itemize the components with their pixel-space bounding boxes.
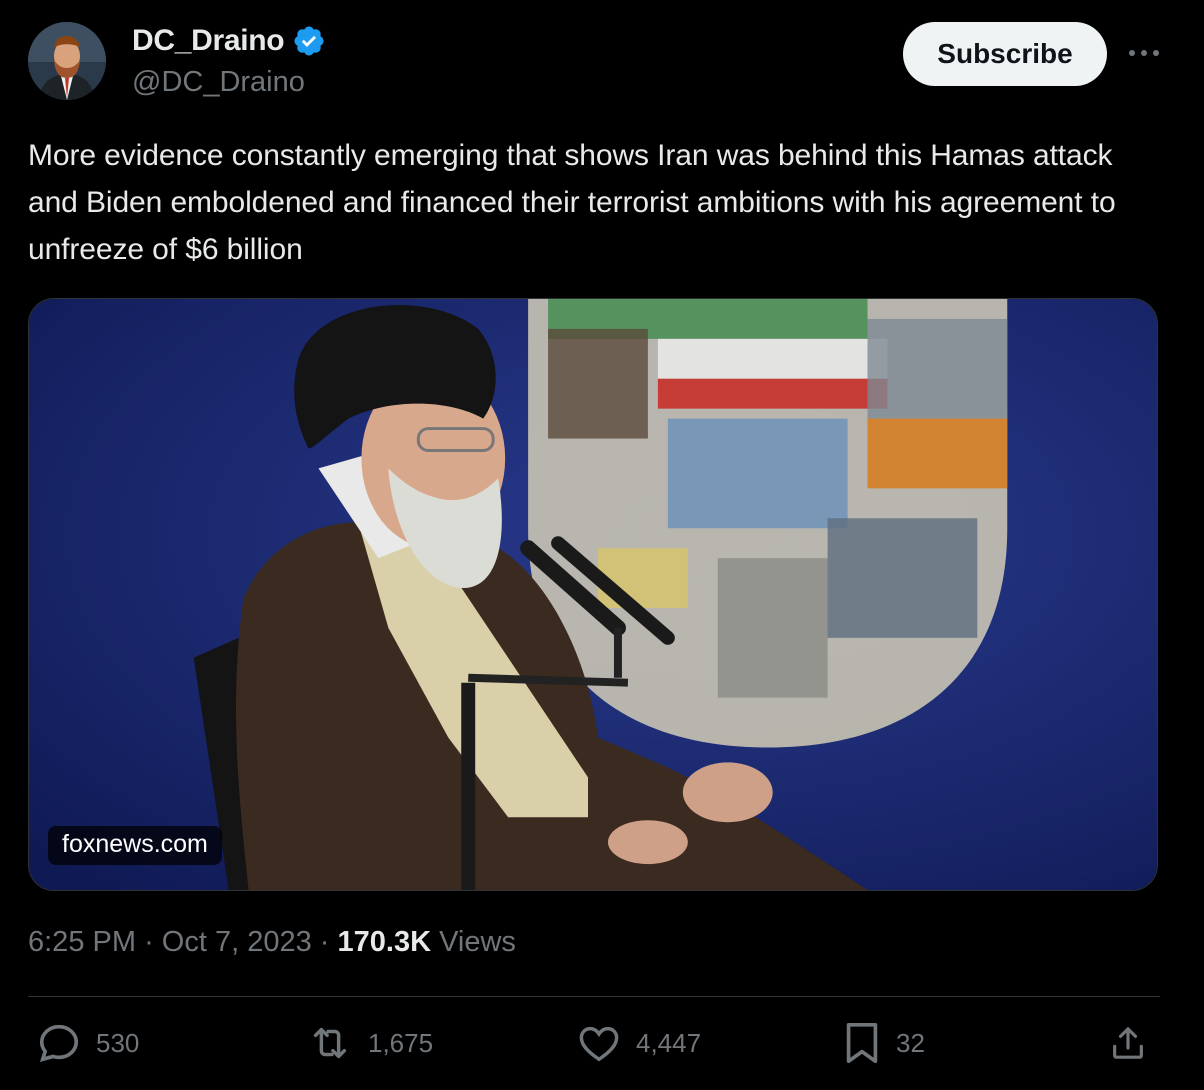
reply-count: 530 xyxy=(96,1027,140,1058)
views-label: Views xyxy=(439,926,516,958)
name-row: DC_Draino xyxy=(132,24,326,58)
tweet-media-image[interactable] xyxy=(28,298,1158,891)
repost-button[interactable]: 1,675 xyxy=(306,1020,433,1066)
heart-icon xyxy=(576,1020,622,1066)
share-icon xyxy=(1108,1020,1148,1066)
bookmark-button[interactable]: 32 xyxy=(842,1020,925,1066)
more-options-icon[interactable] xyxy=(1124,36,1164,70)
like-count: 4,447 xyxy=(636,1027,702,1058)
bookmark-icon xyxy=(842,1020,882,1066)
reply-button[interactable]: 530 xyxy=(36,1020,139,1066)
tweet-text: More evidence constantly emerging that s… xyxy=(28,139,1116,266)
divider xyxy=(28,996,1160,997)
media-source-label[interactable]: foxnews.com xyxy=(48,826,222,865)
meta-separator: · xyxy=(144,926,162,958)
subscribe-button[interactable]: Subscribe xyxy=(903,22,1107,86)
tweet-date[interactable]: Oct 7, 2023 xyxy=(162,926,312,958)
tweet-header: DC_Draino @DC_Draino Subscribe xyxy=(0,0,1204,120)
meta-separator: · xyxy=(319,926,338,958)
author-display-name[interactable]: DC_Draino xyxy=(132,24,285,58)
repost-count: 1,675 xyxy=(368,1027,434,1058)
avatar[interactable] xyxy=(28,22,106,100)
tweet-meta: 6:25 PM · Oct 7, 2023 · 170.3K Views xyxy=(28,926,516,959)
repost-icon xyxy=(306,1020,354,1066)
tweet-time[interactable]: 6:25 PM xyxy=(28,926,136,958)
bookmark-count: 32 xyxy=(896,1027,925,1058)
author-handle[interactable]: @DC_Draino xyxy=(132,66,305,99)
verified-badge-icon xyxy=(292,24,326,58)
like-button[interactable]: 4,447 xyxy=(576,1020,701,1066)
share-button[interactable] xyxy=(1108,1020,1148,1066)
reply-icon xyxy=(36,1020,82,1066)
views-count: 170.3K xyxy=(337,926,432,958)
action-bar: 530 1,675 4,447 32 xyxy=(28,1020,1160,1072)
